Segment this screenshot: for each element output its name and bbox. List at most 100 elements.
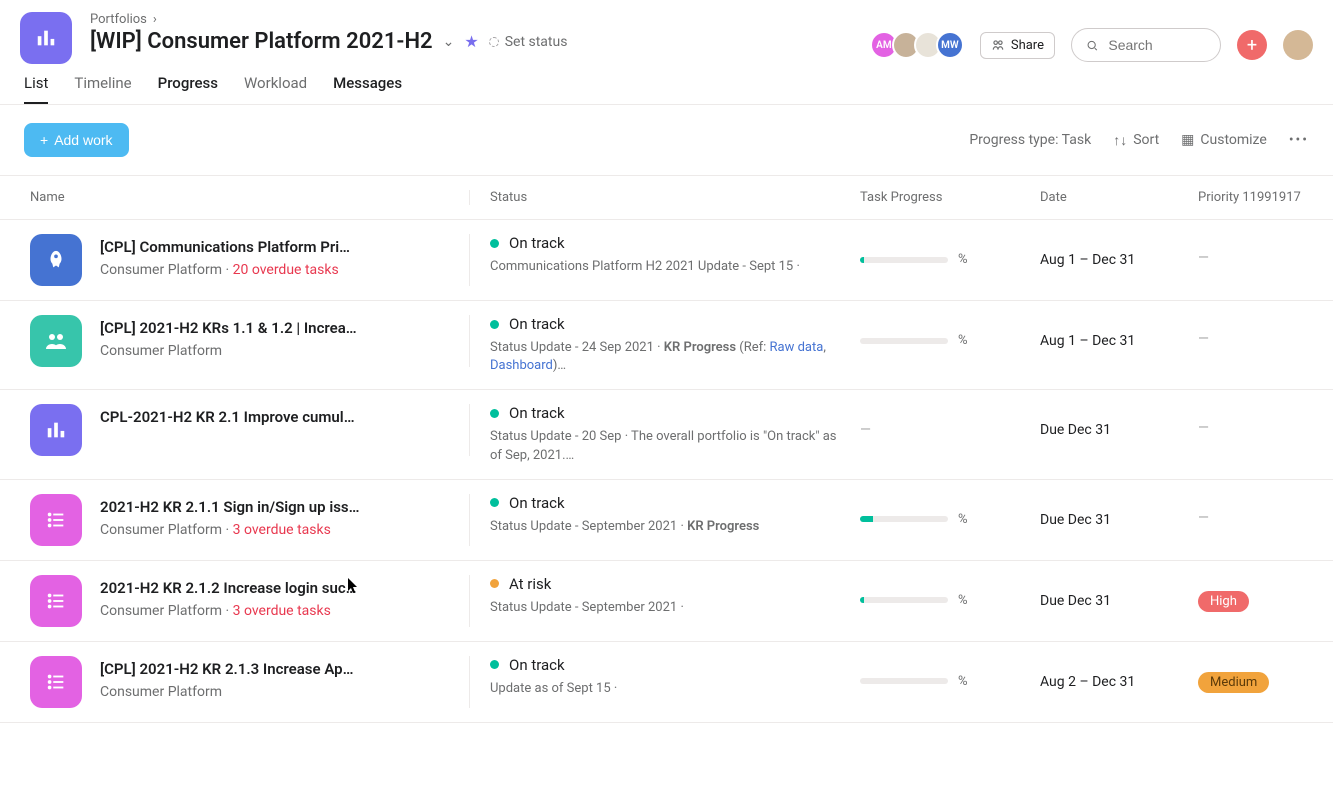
priority-badge: Medium [1198,672,1269,693]
date-cell: Due Dec 31 [1040,575,1198,609]
set-status-label: Set status [505,34,568,50]
tab-progress[interactable]: Progress [158,74,218,104]
status-description: Status Update - 20 Sep · The overall por… [490,428,840,464]
progress-text: % [958,674,968,689]
date-cell: Aug 1 – Dec 31 [1040,315,1198,349]
plus-icon: + [40,132,48,148]
status-label[interactable]: At risk [490,575,840,593]
column-priority[interactable]: Priority 11991917 [1198,190,1333,205]
project-name[interactable]: [CPL] 2021-H2 KRs 1.1 & 1.2 | Increa… [100,319,357,337]
status-description: Update as of Sept 15 · [490,680,840,698]
project-subtitle: Consumer Platform · 20 overdue tasks [100,262,350,278]
table-row[interactable]: [CPL] 2021-H2 KRs 1.1 & 1.2 | Increa… Co… [0,301,1333,390]
status-label[interactable]: On track [490,234,840,252]
user-avatar[interactable] [1283,30,1313,60]
status-dot-icon [490,579,499,588]
overdue-text: 3 overdue tasks [233,522,331,538]
search-input[interactable] [1071,28,1221,62]
breadcrumb[interactable]: Portfolios › [90,12,876,27]
status-description: Status Update - 24 Sep 2021 · KR Progres… [490,339,840,375]
overdue-text: 3 overdue tasks [233,603,331,619]
progress-cell: % [860,656,1040,689]
project-icon [30,404,82,456]
progress-text: % [958,512,968,527]
tab-messages[interactable]: Messages [333,74,402,104]
column-progress[interactable]: Task Progress [860,190,1040,205]
status-description: Status Update - September 2021 · KR Prog… [490,518,840,536]
project-icon [30,575,82,627]
table-row[interactable]: 2021-H2 KR 2.1.1 Sign in/Sign up iss… Co… [0,480,1333,561]
progress-bar [860,678,948,684]
status-label[interactable]: On track [490,656,840,674]
project-icon [30,656,82,708]
progress-bar [860,597,948,603]
share-label: Share [1011,38,1044,53]
table-row[interactable]: [CPL] Communications Platform Pri… Consu… [0,220,1333,301]
project-icon [30,315,82,367]
page-title[interactable]: [WIP] Consumer Platform 2021-H2 [90,29,433,54]
sort-icon: ↑↓ [1113,132,1127,149]
project-icon [30,234,82,286]
table-row[interactable]: CPL-2021-H2 KR 2.1 Improve cumul… On tra… [0,390,1333,479]
progress-type-label: Progress type: Task [969,132,1091,148]
column-date[interactable]: Date [1040,190,1198,205]
priority-cell: — [1198,234,1333,266]
priority-cell: Medium [1198,656,1333,693]
table-row[interactable]: 2021-H2 KR 2.1.2 Increase login suc… Con… [0,561,1333,642]
project-name[interactable]: [CPL] 2021-H2 KR 2.1.3 Increase Ap… [100,660,353,678]
progress-empty: — [860,404,1040,438]
more-menu[interactable]: ••• [1289,132,1309,148]
portfolio-icon [20,12,72,64]
priority-cell: — [1198,404,1333,436]
status-label[interactable]: On track [490,315,840,333]
table-header: Name Status Task Progress Date Priority … [0,175,1333,220]
chevron-right-icon: › [153,12,157,27]
search-field[interactable] [1106,36,1206,54]
overdue-text: 20 overdue tasks [233,262,339,278]
status-description: Communications Platform H2 2021 Update -… [490,258,840,276]
priority-cell: High [1198,575,1333,612]
progress-bar [860,257,948,263]
date-cell: Due Dec 31 [1040,404,1198,438]
priority-badge: High [1198,591,1249,612]
project-name[interactable]: 2021-H2 KR 2.1.2 Increase login suc… [100,579,357,597]
progress-text: % [958,333,968,348]
grid-icon: ▦ [1181,132,1194,148]
tab-timeline[interactable]: Timeline [74,74,131,104]
date-cell: Due Dec 31 [1040,494,1198,528]
status-description: Status Update - September 2021 · [490,599,840,617]
breadcrumb-parent[interactable]: Portfolios [90,12,147,27]
member-avatars[interactable]: AMMW [876,31,964,59]
table-row[interactable]: [CPL] 2021-H2 KR 2.1.3 Increase Ap… Cons… [0,642,1333,723]
tab-list[interactable]: List [24,74,48,104]
project-subtitle: Consumer Platform [100,343,357,359]
project-subtitle: Consumer Platform [100,684,353,700]
progress-cell: % [860,315,1040,348]
progress-bar [860,516,948,522]
status-dot-icon [489,37,499,47]
progress-type-selector[interactable]: Progress type: Task [969,132,1091,148]
tab-workload[interactable]: Workload [244,74,307,104]
sort-button[interactable]: ↑↓ Sort [1113,132,1159,149]
project-icon [30,494,82,546]
project-name[interactable]: [CPL] Communications Platform Pri… [100,238,350,256]
avatar[interactable]: MW [936,31,964,59]
chevron-down-icon[interactable]: ⌄ [443,34,455,50]
date-cell: Aug 1 – Dec 31 [1040,234,1198,268]
status-dot-icon [490,498,499,507]
create-button[interactable]: + [1237,30,1267,60]
project-subtitle: Consumer Platform · 3 overdue tasks [100,603,357,619]
star-icon[interactable]: ★ [464,32,478,51]
share-button[interactable]: Share [980,32,1055,59]
column-status[interactable]: Status [470,190,860,205]
set-status-button[interactable]: Set status [489,34,568,50]
project-name[interactable]: CPL-2021-H2 KR 2.1 Improve cumul… [100,408,355,426]
progress-cell: % [860,234,1040,267]
column-name[interactable]: Name [30,190,470,205]
status-label[interactable]: On track [490,494,840,512]
status-dot-icon [490,660,499,669]
customize-button[interactable]: ▦ Customize [1181,132,1267,148]
add-work-button[interactable]: + Add work [24,123,129,157]
status-label[interactable]: On track [490,404,840,422]
project-name[interactable]: 2021-H2 KR 2.1.1 Sign in/Sign up iss… [100,498,360,516]
